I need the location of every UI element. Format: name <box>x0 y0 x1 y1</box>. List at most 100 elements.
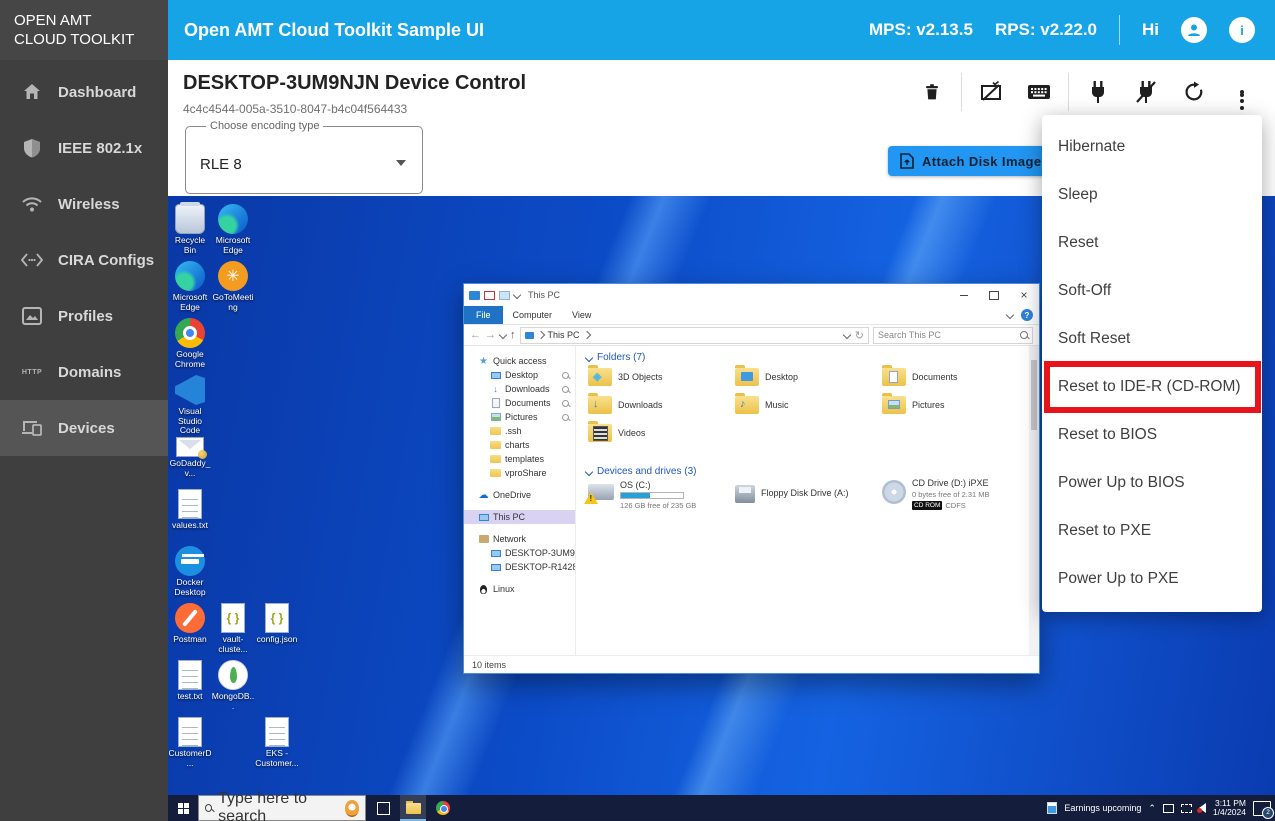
ribbon-collapse-chevron[interactable] <box>1006 311 1014 319</box>
restart-button[interactable] <box>1175 73 1213 111</box>
maximize-button[interactable] <box>979 284 1009 306</box>
taskbar-search-input[interactable]: Type here to search <box>198 795 366 821</box>
nav-desktop-r142855[interactable]: DESKTOP-R142855 <box>464 560 575 574</box>
folder-desktop[interactable]: Desktop <box>735 368 875 386</box>
history-chevron[interactable] <box>499 331 507 339</box>
desktop-icon-edge-2[interactable]: Microsoft Edge <box>168 261 212 312</box>
drive-os-c[interactable]: OS (C:) 126 GB free of 235 GB <box>588 480 696 510</box>
breadcrumb[interactable]: This PC <box>548 330 580 340</box>
info-icon[interactable]: i <box>1229 17 1255 43</box>
keyboard-button[interactable] <box>1020 73 1058 111</box>
desktop-icon-eks-customer[interactable]: EKS -Customer... <box>255 717 299 768</box>
desktop-icon-recycle-bin[interactable]: Recycle Bin <box>168 204 212 255</box>
more-options-button[interactable] <box>1223 73 1261 111</box>
menu-item-sleep[interactable]: Sleep <box>1042 171 1262 219</box>
folder-music[interactable]: ♪Music <box>735 396 875 414</box>
sidebar-item-dashboard[interactable]: Dashboard <box>0 64 168 120</box>
nav-quick-access[interactable]: ★Quick access <box>464 354 575 368</box>
menu-item-reset-to-pxe[interactable]: Reset to PXE <box>1042 507 1262 555</box>
tray-expand-icon[interactable]: ⌃ <box>1148 803 1156 814</box>
address-dropdown-chevron[interactable] <box>843 331 851 339</box>
nav-downloads[interactable]: ↓Downloads <box>464 382 575 396</box>
desktop-icon-vscode[interactable]: Visual Studio Code <box>168 375 212 436</box>
menu-item-reset[interactable]: Reset <box>1042 219 1262 267</box>
customize-toolbar-chevron[interactable] <box>513 291 521 299</box>
volume-muted-icon[interactable] <box>1199 803 1206 813</box>
forward-icon[interactable]: → <box>485 329 496 341</box>
desktop-icon-edge[interactable]: Microsoft Edge <box>211 204 255 255</box>
attach-disk-image-button[interactable]: Attach Disk Image <box>888 146 1052 176</box>
tab-view[interactable]: View <box>562 310 601 320</box>
up-icon[interactable]: ↑ <box>510 329 516 341</box>
account-icon[interactable] <box>1181 17 1207 43</box>
desktop-icon-mongodb[interactable]: MongoDB... <box>211 660 255 711</box>
file-explorer-task-button[interactable] <box>400 795 426 821</box>
refresh-icon[interactable]: ↻ <box>855 329 864 342</box>
desktop-icon-godaddy[interactable]: GoDaddy_v... <box>168 432 212 478</box>
sidebar-item-domains[interactable]: HTTP Domains <box>0 344 168 400</box>
desktop-icon-config-json[interactable]: config.json <box>255 603 299 645</box>
explorer-search-input[interactable]: Search This PC <box>873 327 1033 344</box>
folder-3d-objects[interactable]: ◈3D Objects <box>588 368 728 386</box>
encoding-select[interactable]: Choose encoding type RLE 8 <box>185 120 423 194</box>
nav-documents[interactable]: Documents <box>464 396 575 410</box>
desktop-icon-vault-cluster[interactable]: vault-cluste... <box>211 603 255 654</box>
clock[interactable]: 3:11 PM 1/4/2024 <box>1213 799 1246 818</box>
drive-cd-d[interactable]: CD Drive (D:) iPXE 0 bytes free of 2.31 … <box>882 478 990 510</box>
scrollbar-thumb[interactable] <box>1031 360 1037 430</box>
task-view-button[interactable] <box>370 795 396 821</box>
desktop-icon-gotomeeting[interactable]: GoToMeeting <box>211 261 255 312</box>
start-button[interactable] <box>168 795 198 821</box>
menu-item-soft-off[interactable]: Soft-Off <box>1042 267 1262 315</box>
folder-pictures[interactable]: Pictures <box>882 396 1022 414</box>
sidebar-item-cira-configs[interactable]: CIRA Configs <box>0 232 168 288</box>
menu-item-soft-reset[interactable]: Soft Reset <box>1042 315 1262 363</box>
power-off-button[interactable] <box>1127 73 1165 111</box>
desktop-icon-test-txt[interactable]: test.txt <box>168 660 212 702</box>
kvm-disconnect-button[interactable] <box>972 73 1010 111</box>
nav-vproshare[interactable]: vproShare <box>464 466 575 480</box>
minimize-button[interactable] <box>949 284 979 306</box>
group-folders[interactable]: Folders (7) <box>586 352 645 363</box>
nav-onedrive[interactable]: ☁OneDrive <box>464 488 575 502</box>
nav-templates[interactable]: templates <box>464 452 575 466</box>
nav-desktop-3um9njn[interactable]: DESKTOP-3UM9NJN <box>464 546 575 560</box>
notification-center-icon[interactable]: 2 <box>1253 801 1271 816</box>
group-devices-drives[interactable]: Devices and drives (3) <box>586 466 696 477</box>
sidebar-item-profiles[interactable]: Profiles <box>0 288 168 344</box>
drive-floppy-a[interactable]: Floppy Disk Drive (A:) <box>735 482 849 503</box>
nav-ssh[interactable]: .ssh <box>464 424 575 438</box>
folder-videos[interactable]: Videos <box>588 424 728 442</box>
properties-icon[interactable] <box>484 291 495 300</box>
close-button[interactable]: × <box>1009 284 1039 306</box>
menu-item-power-up-to-bios[interactable]: Power Up to BIOS <box>1042 459 1262 507</box>
help-icon[interactable]: ? <box>1021 309 1033 321</box>
scrollbar[interactable] <box>1029 346 1039 655</box>
chrome-task-button[interactable] <box>430 795 456 821</box>
address-box[interactable]: This PC ↻ <box>520 327 870 344</box>
sidebar-item-wireless[interactable]: Wireless <box>0 176 168 232</box>
display-tray-icon[interactable] <box>1181 804 1192 813</box>
nav-network[interactable]: Network <box>464 532 575 546</box>
delete-button[interactable] <box>913 73 951 111</box>
nav-pictures[interactable]: Pictures <box>464 410 575 424</box>
folder-documents[interactable]: Documents <box>882 368 1022 386</box>
nav-this-pc[interactable]: This PC <box>464 510 575 524</box>
computer-icon[interactable] <box>469 291 480 300</box>
network-tray-icon[interactable] <box>1163 804 1174 813</box>
tab-computer[interactable]: Computer <box>503 310 563 320</box>
desktop-icon-customerd[interactable]: CustomerD... <box>168 717 212 768</box>
menu-item-power-up-to-pxe[interactable]: Power Up to PXE <box>1042 555 1262 603</box>
tab-file[interactable]: File <box>464 306 503 324</box>
explorer-titlebar[interactable]: This PC × <box>464 284 1039 306</box>
desktop-icon-docker[interactable]: Docker Desktop <box>168 546 212 597</box>
taskbar-notice[interactable]: Earnings upcoming <box>1064 803 1141 813</box>
desktop-icon-chrome[interactable]: Google Chrome <box>168 318 212 369</box>
nav-charts[interactable]: charts <box>464 438 575 452</box>
power-on-button[interactable] <box>1079 73 1117 111</box>
folder-downloads[interactable]: ↓Downloads <box>588 396 728 414</box>
nav-desktop[interactable]: Desktop <box>464 368 575 382</box>
menu-item-reset-to-bios[interactable]: Reset to BIOS <box>1042 411 1262 459</box>
desktop-icon-values-txt[interactable]: values.txt <box>168 489 212 531</box>
sidebar-item-ieee8021x[interactable]: IEEE 802.1x <box>0 120 168 176</box>
